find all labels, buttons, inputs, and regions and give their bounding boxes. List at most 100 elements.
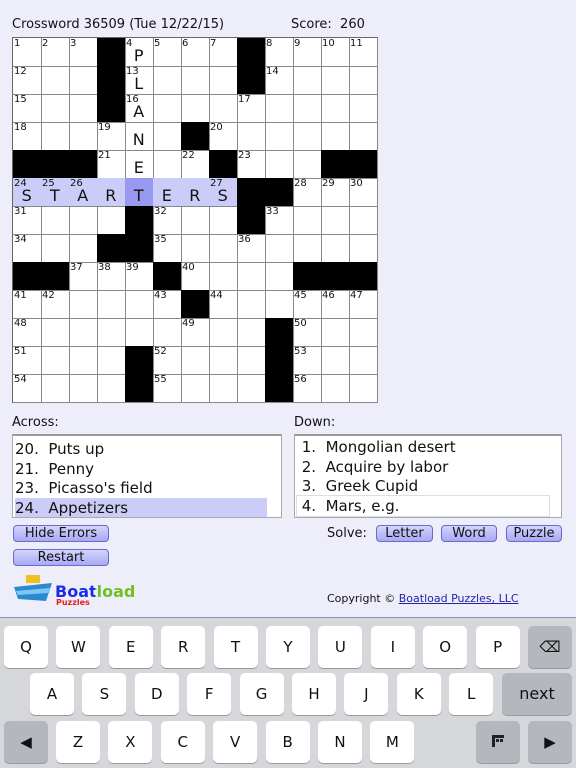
grid-cell[interactable]: E — [153, 178, 182, 207]
key-b[interactable]: B — [265, 721, 310, 763]
grid-cell[interactable] — [349, 94, 378, 123]
key-j[interactable]: J — [344, 673, 389, 715]
grid-cell[interactable] — [321, 318, 350, 347]
clue-item[interactable]: 21. Penny — [15, 459, 267, 479]
clue-item[interactable]: 4. Mars, e.g. — [296, 494, 550, 517]
grid-cell[interactable] — [265, 290, 294, 319]
key-s[interactable]: S — [82, 673, 127, 715]
grid-cell[interactable] — [125, 318, 154, 347]
grid-cell[interactable] — [209, 94, 238, 123]
grid-cell[interactable] — [153, 150, 182, 179]
grid-cell[interactable] — [209, 346, 238, 375]
grid-cell[interactable] — [209, 234, 238, 263]
grid-cell[interactable] — [321, 122, 350, 151]
solve-word-button[interactable]: Word — [441, 525, 497, 542]
grid-cell[interactable] — [181, 206, 210, 235]
hide-errors-button[interactable]: Hide Errors — [13, 525, 109, 542]
grid-cell[interactable]: 19 — [97, 122, 126, 151]
grid-cell[interactable]: 32 — [153, 206, 182, 235]
grid-cell[interactable]: 6 — [181, 38, 210, 67]
key-x[interactable]: X — [108, 721, 153, 763]
grid-cell[interactable]: 39 — [125, 262, 154, 291]
grid-cell[interactable] — [209, 374, 238, 403]
key-i[interactable]: I — [370, 626, 415, 668]
grid-cell[interactable] — [41, 66, 70, 95]
grid-cell[interactable] — [69, 346, 98, 375]
grid-cell[interactable]: 5 — [153, 38, 182, 67]
grid-cell[interactable] — [293, 206, 322, 235]
grid-cell[interactable] — [209, 262, 238, 291]
clue-item[interactable]: 20. Puts up — [15, 439, 267, 459]
grid-cell[interactable] — [265, 122, 294, 151]
grid-cell[interactable]: R — [97, 178, 126, 207]
grid-cell[interactable]: 13 L — [125, 66, 154, 95]
grid-cell[interactable] — [41, 122, 70, 151]
grid-cell[interactable]: 9 — [293, 38, 322, 67]
grid-cell[interactable] — [69, 374, 98, 403]
grid-cell[interactable] — [237, 122, 266, 151]
grid-cell[interactable] — [265, 234, 294, 263]
grid-cell[interactable] — [125, 290, 154, 319]
clue-item[interactable]: 24. Appetizers — [15, 497, 267, 517]
grid-cell[interactable]: 37 — [69, 262, 98, 291]
grid-cell[interactable]: 44 — [209, 290, 238, 319]
next-key[interactable]: next — [502, 673, 572, 715]
grid-cell[interactable] — [209, 66, 238, 95]
grid-cell[interactable]: T — [125, 178, 154, 207]
grid-cell[interactable]: 49 — [181, 318, 210, 347]
grid-cell[interactable]: 4P — [125, 38, 154, 67]
grid-cell[interactable] — [237, 346, 266, 375]
key-m[interactable]: M — [370, 721, 415, 763]
left-arrow-key[interactable]: ◀ — [4, 721, 48, 763]
key-g[interactable]: G — [239, 673, 284, 715]
grid-cell[interactable]: 41 — [13, 290, 42, 319]
grid-cell[interactable]: 21 — [97, 150, 126, 179]
key-n[interactable]: N — [318, 721, 362, 763]
key-d[interactable]: D — [134, 673, 179, 715]
backspace-key[interactable]: ⌫ — [528, 626, 572, 668]
grid-cell[interactable] — [293, 122, 322, 151]
key-p[interactable]: P — [475, 626, 520, 668]
grid-cell[interactable] — [293, 94, 322, 123]
key-o[interactable]: O — [423, 626, 468, 668]
grid-cell[interactable]: 51 — [13, 346, 42, 375]
boatload-link[interactable]: Boatload Puzzles, LLC — [399, 592, 519, 605]
solve-puzzle-button[interactable]: Puzzle — [506, 525, 562, 542]
grid-cell[interactable]: 28 — [293, 178, 322, 207]
grid-cell[interactable]: 53 — [293, 346, 322, 375]
grid-cell[interactable]: 20 — [209, 122, 238, 151]
grid-cell[interactable]: 1 — [13, 38, 42, 67]
grid-cell[interactable] — [349, 346, 378, 375]
restart-button[interactable]: Restart — [13, 549, 109, 566]
grid-cell[interactable]: N — [125, 122, 154, 151]
grid-cell[interactable]: 48 — [13, 318, 42, 347]
grid-cell[interactable] — [321, 374, 350, 403]
grid-cell[interactable] — [237, 290, 266, 319]
grid-cell[interactable] — [349, 234, 378, 263]
grid-cell[interactable]: 56 — [293, 374, 322, 403]
crossword-grid[interactable]: 1 2 3 4 P 5 6 7 8 9 10 11 12 13 L 14 15 16 A 17 18 19 N 20 21 E 22… — [12, 37, 378, 403]
key-a[interactable]: A — [30, 673, 74, 715]
grid-cell[interactable] — [349, 66, 378, 95]
grid-cell[interactable]: 33 — [265, 206, 294, 235]
grid-cell[interactable]: 30 — [349, 178, 378, 207]
grid-cell[interactable]: 46 — [321, 290, 350, 319]
grid-cell[interactable] — [97, 346, 126, 375]
grid-cell[interactable] — [265, 94, 294, 123]
grid-cell[interactable]: 29 — [321, 178, 350, 207]
key-c[interactable]: C — [160, 721, 205, 763]
grid-cell[interactable] — [321, 94, 350, 123]
down-clue-list[interactable]: 1. Mongolian desert 2. Acquire by labor … — [294, 434, 562, 518]
clue-item[interactable]: 1. Mongolian desert — [297, 437, 549, 457]
grid-cell[interactable]: R — [181, 178, 210, 207]
grid-cell[interactable] — [293, 66, 322, 95]
key-u[interactable]: U — [318, 626, 363, 668]
key-v[interactable]: V — [213, 721, 258, 763]
grid-cell[interactable] — [181, 66, 210, 95]
grid-cell[interactable] — [321, 206, 350, 235]
grid-cell[interactable] — [181, 346, 210, 375]
grid-cell[interactable]: 16 A — [125, 94, 154, 123]
grid-cell[interactable]: 25 T — [41, 178, 70, 207]
grid-cell[interactable]: 50 — [293, 318, 322, 347]
grid-toggle-key[interactable] — [476, 721, 520, 763]
